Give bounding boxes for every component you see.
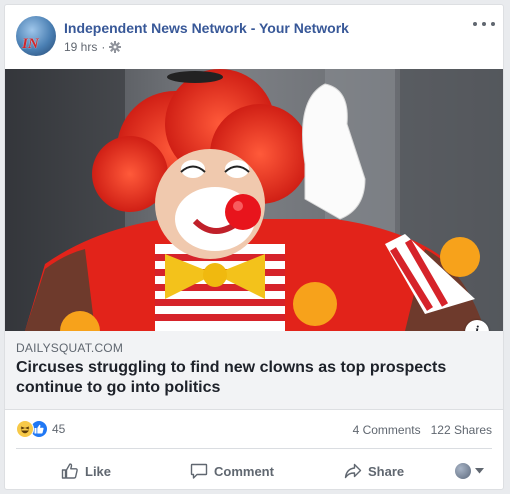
avatar-logo-text: IN — [22, 36, 39, 52]
clown-photo — [5, 69, 503, 331]
page-avatar[interactable]: IN — [16, 16, 56, 56]
page-name-link[interactable]: Independent News Network - Your Network — [64, 20, 349, 36]
gear-icon[interactable] — [109, 41, 122, 53]
globe-icon — [455, 463, 471, 479]
comment-bubble-icon — [190, 463, 208, 479]
shares-count-link[interactable]: 122 Shares — [431, 423, 492, 437]
comment-label: Comment — [214, 463, 274, 479]
link-domain: DAILYSQUAT.COM — [16, 341, 124, 355]
post-header: IN Independent News Network - Your Netwo… — [5, 5, 503, 69]
share-label: Share — [368, 463, 405, 479]
caret-down-icon — [475, 468, 484, 474]
comment-share-counts: 4 Comments 122 Shares — [353, 423, 492, 437]
like-label: Like — [85, 463, 112, 479]
haha-reaction-icon — [16, 420, 34, 438]
post-card: IN Independent News Network - Your Netwo… — [4, 4, 504, 490]
actions-divider — [16, 448, 492, 449]
post-meta: 19 hrs · — [64, 40, 122, 54]
share-arrow-icon — [344, 463, 362, 479]
like-button[interactable]: Like — [61, 455, 111, 487]
engagement-stats: 45 4 Comments 122 Shares — [5, 411, 503, 447]
post-actions: Like Comment Share — [5, 451, 503, 489]
comments-count-link[interactable]: 4 Comments — [353, 423, 421, 437]
post-image[interactable] — [5, 69, 503, 331]
more-options-icon[interactable] — [473, 17, 495, 31]
reactions-summary[interactable]: 45 — [16, 420, 65, 438]
link-preview[interactable]: DAILYSQUAT.COM Circuses struggling to fi… — [5, 331, 503, 410]
comment-button[interactable]: Comment — [190, 455, 274, 487]
share-button[interactable]: Share — [344, 455, 404, 487]
meta-separator: · — [101, 40, 106, 54]
audience-selector[interactable] — [455, 455, 484, 487]
post-timestamp[interactable]: 19 hrs — [64, 40, 97, 54]
link-headline[interactable]: Circuses struggling to find new clowns a… — [16, 358, 486, 398]
reaction-count: 45 — [52, 422, 66, 436]
thumbs-up-icon — [61, 463, 78, 479]
